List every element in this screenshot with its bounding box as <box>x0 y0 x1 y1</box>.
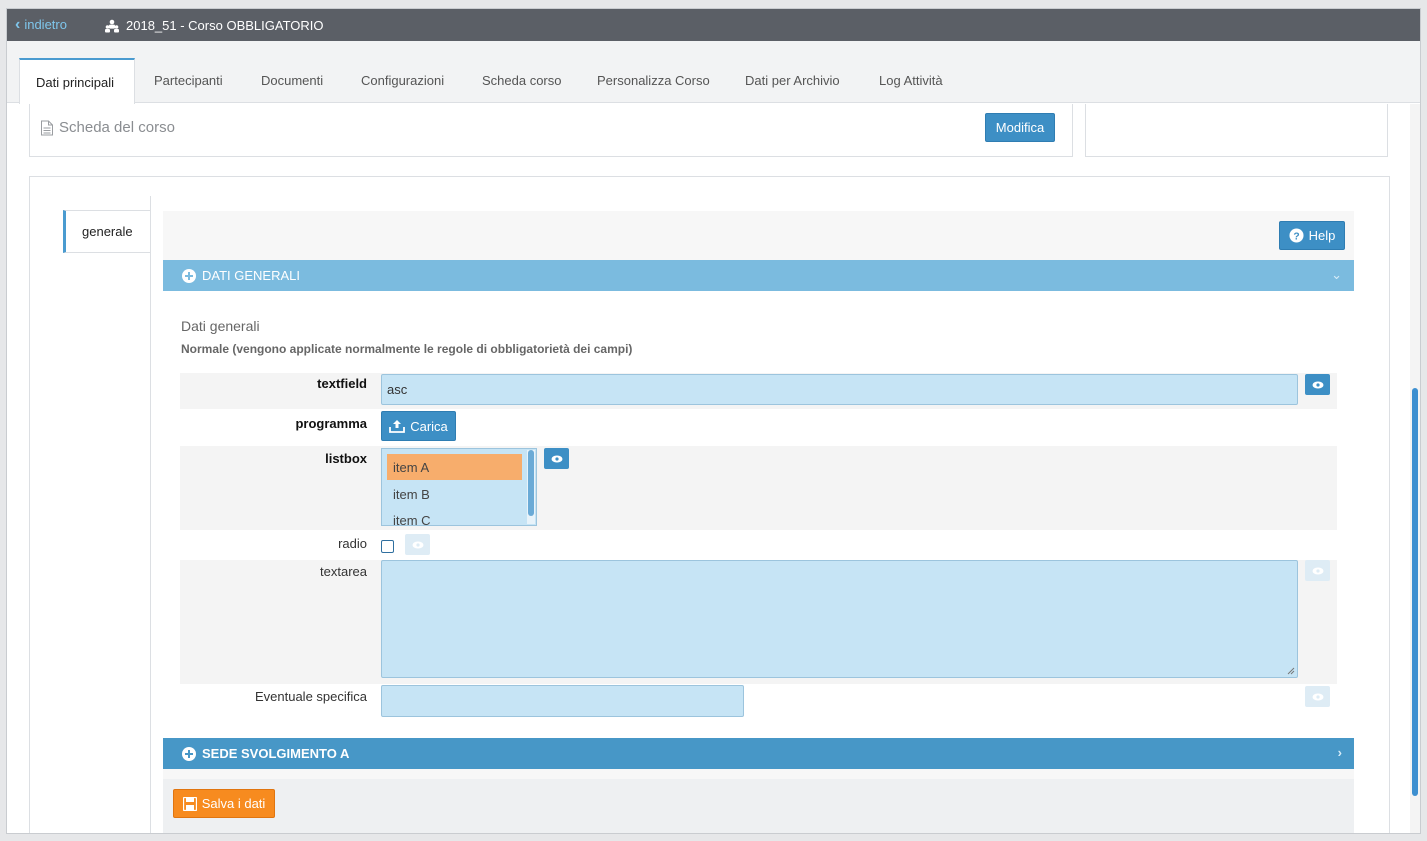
course-breadcrumb: 2018_51 - Corso OBBLIGATORIO <box>104 18 324 33</box>
tab-dati-archivio[interactable]: Dati per Archivio <box>729 58 856 103</box>
course-form-panel: generale ? Help DATI GENERALI ⌄ Dati gen <box>29 176 1390 833</box>
main-tabs: Dati principali Partecipanti Documenti C… <box>7 41 1420 104</box>
chevron-down-icon: ⌄ <box>1331 267 1342 282</box>
course-card: Scheda del corso Modifica <box>29 104 1073 157</box>
help-button[interactable]: ? Help <box>1279 221 1345 250</box>
tab-personalizza-corso[interactable]: Personalizza Corso <box>581 58 726 103</box>
top-bar: ‹ indietro 2018_51 - Corso OBBLIGATORIO <box>7 9 1420 41</box>
chevron-left-icon: ‹ <box>15 15 21 33</box>
course-title: 2018_51 - Corso OBBLIGATORIO <box>126 18 324 33</box>
back-link[interactable]: ‹ indietro <box>15 15 67 33</box>
textfield-input[interactable]: asc <box>381 374 1298 405</box>
textarea-input[interactable] <box>381 560 1298 678</box>
tab-partecipanti[interactable]: Partecipanti <box>138 58 239 103</box>
upload-icon <box>389 420 406 433</box>
people-icon <box>105 19 119 32</box>
textfield-label: textfield <box>317 376 367 391</box>
tab-configurazioni[interactable]: Configurazioni <box>345 58 460 103</box>
dati-generali-header[interactable]: DATI GENERALI ⌄ <box>163 260 1354 291</box>
field-row-textfield: textfield asc <box>180 373 1337 409</box>
eye-icon[interactable] <box>1305 560 1330 581</box>
eye-icon[interactable] <box>405 534 430 555</box>
listbox-scrollbar[interactable] <box>527 450 535 524</box>
carica-button[interactable]: Carica <box>381 411 456 441</box>
radio-label: radio <box>338 536 367 551</box>
specifica-label: Eventuale specifica <box>254 689 367 704</box>
section-title: Dati generali <box>181 318 260 334</box>
plus-circle-icon <box>182 268 196 283</box>
back-label: indietro <box>24 17 67 32</box>
eye-icon[interactable] <box>1305 686 1330 707</box>
document-icon <box>41 120 53 135</box>
programma-label: programma <box>295 416 367 431</box>
side-card <box>1085 104 1388 157</box>
specifica-input[interactable] <box>381 685 744 717</box>
textarea-label: textarea <box>320 564 367 579</box>
tab-scheda-corso[interactable]: Scheda corso <box>466 58 578 103</box>
tab-documenti[interactable]: Documenti <box>245 58 339 103</box>
listbox-option[interactable]: item C <box>387 507 522 526</box>
section-subtitle: Normale (vengono applicate normalmente l… <box>181 342 633 356</box>
course-card-title: Scheda del corso <box>40 119 175 136</box>
tab-generale[interactable]: generale <box>63 210 151 253</box>
tab-log-attivita[interactable]: Log Attività <box>863 58 959 103</box>
field-row-listbox: listbox item A item B item C <box>180 446 1337 530</box>
divider <box>150 196 151 833</box>
sede-svolgimento-header[interactable]: SEDE SVOLGIMENTO A › <box>163 738 1354 769</box>
page-scrollbar[interactable] <box>1410 104 1420 833</box>
field-row-textarea: textarea <box>180 560 1337 684</box>
eye-icon[interactable] <box>544 448 569 469</box>
question-circle-icon: ? <box>1289 228 1304 243</box>
app-window: ‹ indietro 2018_51 - Corso OBBLIGATORIO … <box>6 8 1421 834</box>
salva-button[interactable]: Salva i dati <box>173 789 275 818</box>
field-row-programma: programma Carica <box>180 411 1337 445</box>
scrollbar-thumb[interactable] <box>1412 388 1418 796</box>
eye-icon[interactable] <box>1305 374 1330 395</box>
field-row-specifica: Eventuale specifica <box>180 685 1337 721</box>
listbox-option[interactable]: item B <box>387 481 522 507</box>
form-footer: Salva i dati <box>163 779 1354 833</box>
floppy-disk-icon <box>182 796 197 811</box>
resize-grip-icon[interactable] <box>1287 667 1295 675</box>
dati-generali-body: Dati generali Normale (vengono applicate… <box>163 291 1354 738</box>
listbox-label: listbox <box>325 451 367 466</box>
modifica-button[interactable]: Modifica <box>985 113 1055 142</box>
plus-circle-icon <box>182 746 196 761</box>
radio-checkbox[interactable] <box>381 540 394 553</box>
listbox-select[interactable]: item A item B item C <box>381 448 537 526</box>
listbox-option[interactable]: item A <box>387 454 522 480</box>
field-row-radio: radio <box>180 532 1337 558</box>
chevron-right-icon: › <box>1337 745 1342 760</box>
svg-text:?: ? <box>1293 231 1299 242</box>
main-content: Scheda del corso Modifica generale ? Hel… <box>7 104 1407 833</box>
form-area: ? Help DATI GENERALI ⌄ Dati generali Nor… <box>163 211 1354 833</box>
tab-dati-principali[interactable]: Dati principali <box>19 58 135 104</box>
